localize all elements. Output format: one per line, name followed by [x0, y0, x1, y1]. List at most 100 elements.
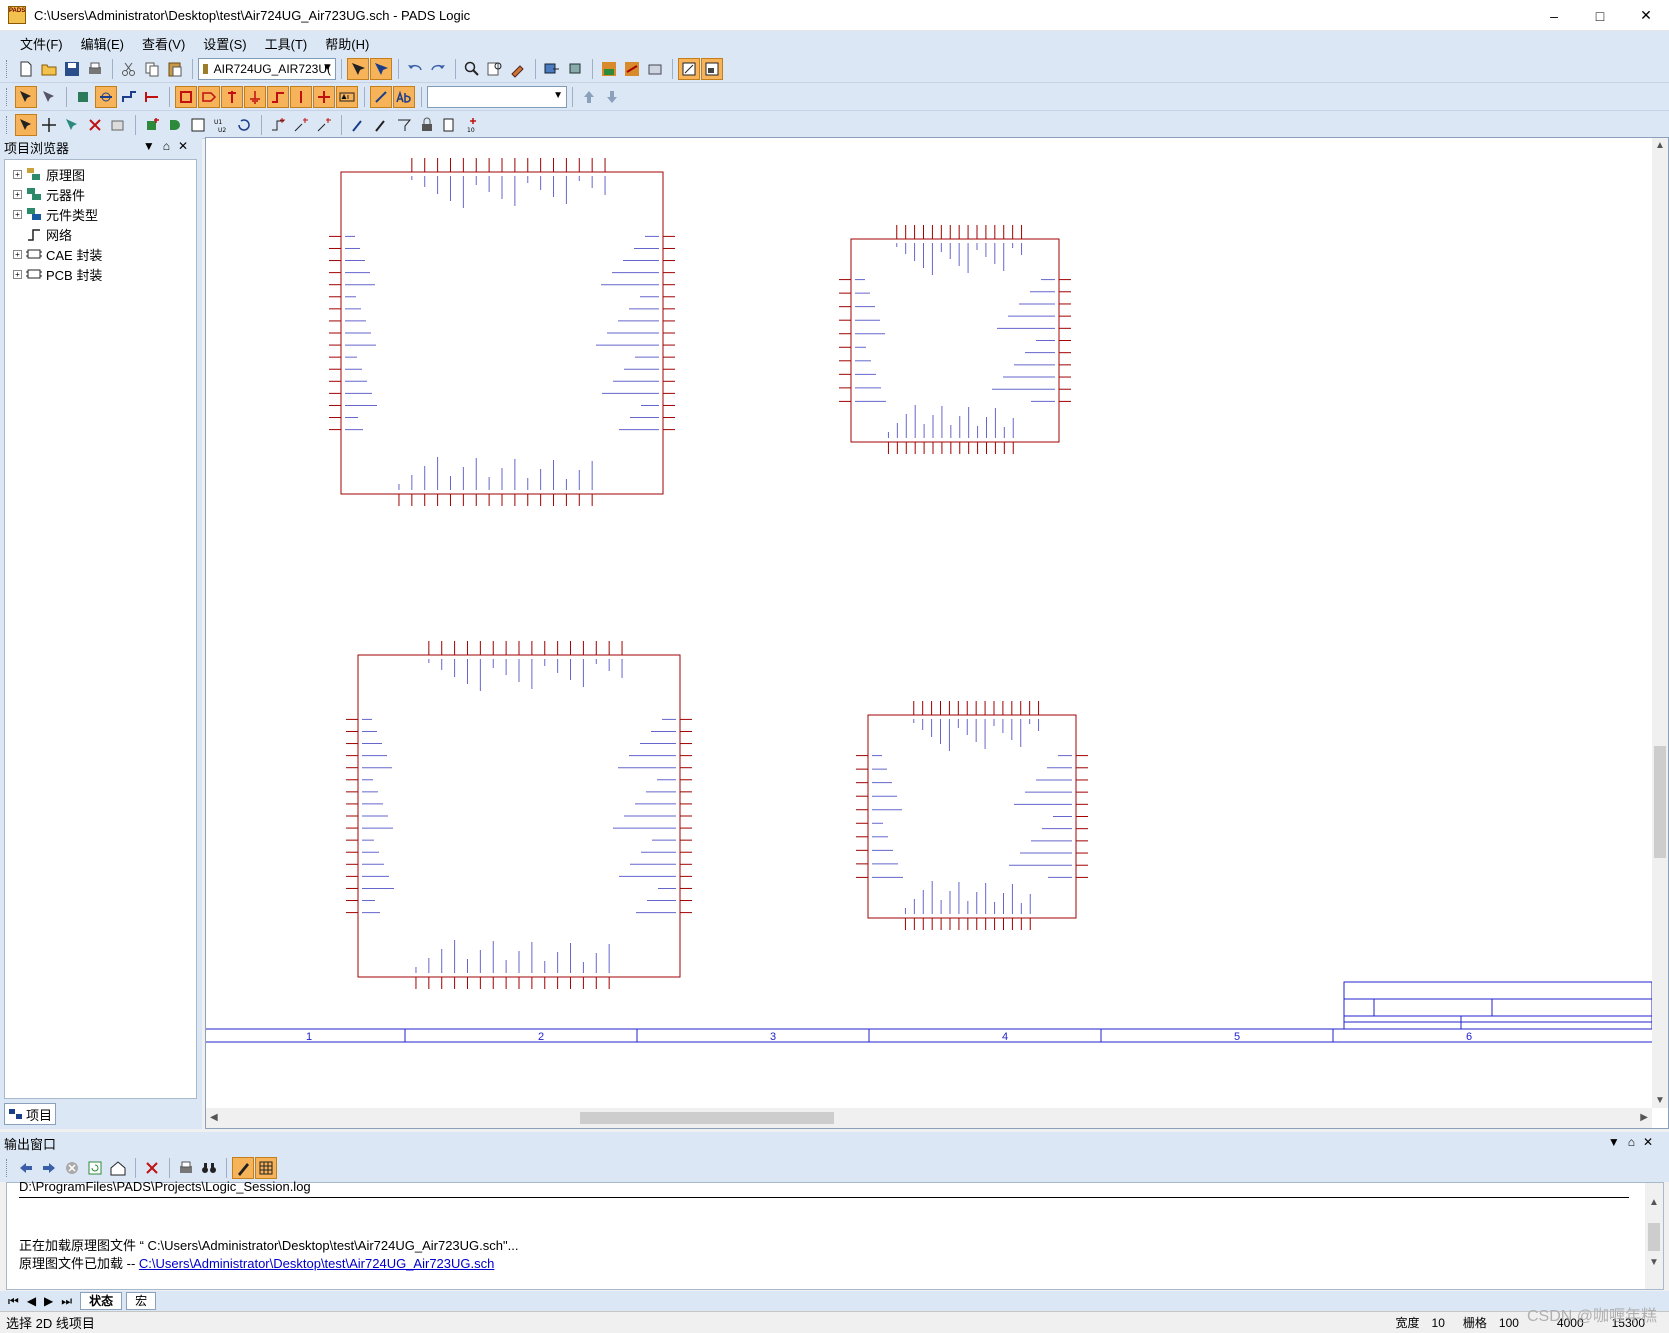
menu-settings[interactable]: 设置(S) — [197, 34, 252, 53]
menu-tools[interactable]: 工具(T) — [259, 34, 314, 53]
forward-arrow-icon[interactable] — [38, 1157, 60, 1179]
toolbar-grip[interactable] — [6, 1159, 9, 1177]
rename-gate-icon[interactable]: U1 U2 — [210, 114, 232, 136]
scroll-left-icon[interactable]: ◀ — [210, 1112, 218, 1123]
copy-icon[interactable] — [141, 58, 163, 80]
tree-item-nets[interactable]: 网络 — [5, 224, 196, 244]
menu-view[interactable]: 查看(V) — [136, 34, 191, 53]
add-bus-wire-icon[interactable] — [290, 114, 312, 136]
add-gate-icon[interactable] — [164, 114, 186, 136]
last-page-icon[interactable]: ⏭ — [61, 1294, 72, 1309]
expand-plus-icon[interactable]: + — [13, 169, 22, 179]
horizontal-scrollbar[interactable]: ◀ ▶ — [206, 1108, 1652, 1128]
menu-file[interactable]: 文件(F) — [14, 34, 69, 53]
tab-project[interactable]: 项目 — [4, 1103, 56, 1125]
undo-icon[interactable] — [404, 58, 426, 80]
add-component-icon[interactable] — [141, 114, 163, 136]
new-file-icon[interactable] — [15, 58, 37, 80]
power-symbol-icon[interactable] — [221, 85, 243, 108]
home-icon[interactable] — [107, 1157, 129, 1179]
output-log[interactable]: D:\ProgramFiles\PADS\Projects\Logic_Sess… — [6, 1179, 1664, 1290]
scroll-right-icon[interactable]: ▶ — [1640, 1112, 1648, 1123]
tree-item-parts[interactable]: + 元器件 — [5, 184, 196, 204]
select-filter-icon[interactable] — [347, 57, 369, 80]
text-style-select[interactable]: ▼ — [427, 85, 567, 108]
scroll-up-icon[interactable]: ▲ — [1655, 140, 1665, 151]
attribute-icon[interactable] — [370, 114, 392, 136]
tree-item-part-types[interactable]: + 元件类型 — [5, 204, 196, 224]
select-arrow-icon[interactable] — [15, 113, 37, 136]
move-down-icon[interactable] — [601, 86, 623, 108]
pads-router-icon[interactable] — [621, 58, 643, 80]
menu-edit[interactable]: 编辑(E) — [75, 34, 130, 53]
view-panel-icon[interactable] — [678, 57, 700, 80]
menu-help[interactable]: 帮助(H) — [319, 34, 375, 53]
close-icon[interactable]: ✕ — [1623, 0, 1669, 31]
add-junction-icon[interactable] — [313, 114, 335, 136]
add-bus-icon[interactable] — [118, 86, 140, 108]
options-icon[interactable] — [644, 58, 666, 80]
vertical-scroll-thumb[interactable] — [1654, 746, 1666, 858]
open-folder-icon[interactable] — [38, 58, 60, 80]
tree-item-cae-decals[interactable]: + CAE 封装 — [5, 244, 196, 264]
text-ab-icon[interactable] — [393, 85, 415, 108]
clear-icon[interactable] — [141, 1157, 163, 1179]
zoom-icon[interactable] — [461, 58, 483, 80]
split-bus-icon[interactable] — [141, 86, 163, 108]
pcb-link-icon[interactable] — [541, 58, 563, 80]
tab-macro[interactable]: 宏 — [126, 1292, 157, 1310]
move-icon[interactable] — [38, 114, 60, 136]
minimize-icon[interactable]: – — [1531, 0, 1577, 31]
label-icon[interactable] — [336, 85, 358, 108]
output-window-controls[interactable]: ▼⌂✕ — [1608, 1135, 1661, 1149]
maximize-icon[interactable]: □ — [1577, 0, 1623, 31]
find-icon[interactable] — [484, 58, 506, 80]
scroll-down-icon[interactable]: ▼ — [1649, 1257, 1659, 1268]
print-icon[interactable] — [84, 58, 106, 80]
scroll-up-icon[interactable]: ▲ — [1649, 1197, 1659, 1208]
expand-plus-icon[interactable]: + — [13, 189, 22, 199]
net-name-icon[interactable] — [393, 114, 415, 136]
vertical-scrollbar[interactable]: ▲ ▼ — [1652, 138, 1668, 1108]
add-field-icon[interactable]: 10 — [462, 114, 484, 136]
refresh-icon[interactable] — [84, 1157, 106, 1179]
add-wire-icon[interactable] — [267, 114, 289, 136]
filter-icon[interactable] — [38, 86, 60, 108]
browser-controls[interactable]: ▼⌂✕ — [143, 139, 196, 153]
paste-icon[interactable] — [164, 58, 186, 80]
redo-icon[interactable] — [427, 58, 449, 80]
toolbar-grip[interactable] — [6, 87, 9, 106]
prev-page-icon[interactable]: ◀ — [27, 1294, 36, 1308]
output-scrollbar[interactable]: ▲ ▼ — [1645, 1183, 1663, 1289]
print-output-icon[interactable] — [175, 1157, 197, 1179]
find-binoculars-icon[interactable] — [198, 1157, 220, 1179]
part-edit-icon[interactable] — [439, 114, 461, 136]
stop-icon[interactable] — [61, 1157, 83, 1179]
output-scroll-thumb[interactable] — [1648, 1223, 1660, 1251]
edit-pencil-icon[interactable] — [232, 1157, 254, 1179]
add-part-icon[interactable] — [72, 86, 94, 108]
delete-icon[interactable] — [84, 114, 106, 136]
pads-layout-icon[interactable] — [598, 58, 620, 80]
properties-icon[interactable] — [107, 114, 129, 136]
pin-icon[interactable] — [290, 85, 312, 108]
expand-plus-icon[interactable]: + — [13, 269, 22, 279]
window-panel-icon[interactable] — [701, 57, 723, 80]
toolbar-grip[interactable] — [6, 59, 9, 78]
lock-icon[interactable] — [416, 114, 438, 136]
draw-line-icon[interactable] — [370, 85, 392, 108]
expand-plus-icon[interactable]: + — [13, 209, 22, 219]
junction-icon[interactable] — [313, 85, 335, 108]
swap-gate-icon[interactable] — [187, 114, 209, 136]
router-link-icon[interactable] — [564, 58, 586, 80]
hyperlink-icon[interactable] — [507, 58, 529, 80]
select-mode-icon[interactable] — [15, 85, 37, 108]
output-file-link[interactable]: C:\Users\Administrator\Desktop\test\Air7… — [139, 1256, 494, 1271]
sheet-select[interactable]: AIR724UG_AIR723U( ▼ — [198, 57, 336, 80]
add-connection-icon[interactable] — [95, 85, 117, 108]
pin-edit-icon[interactable] — [347, 114, 369, 136]
cut-icon[interactable] — [118, 58, 140, 80]
scroll-down-icon[interactable]: ▼ — [1655, 1095, 1665, 1106]
next-page-icon[interactable]: ▶ — [44, 1294, 53, 1308]
hierarchical-symbol-icon[interactable] — [175, 85, 197, 108]
